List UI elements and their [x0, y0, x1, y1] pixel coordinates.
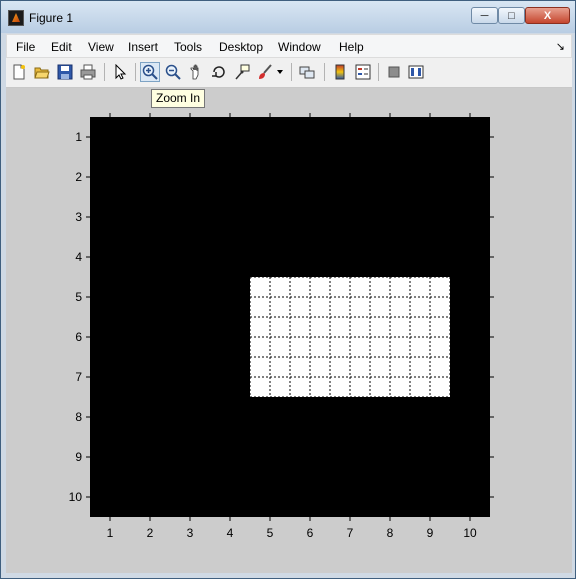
x-tick-label: 4: [227, 526, 234, 540]
y-tick-labels: 1 2 3 4 5 6 7 8 9 10: [69, 130, 83, 504]
y-tick-label: 9: [75, 450, 82, 464]
grid-lines: [90, 117, 490, 517]
y-tick-label: 7: [75, 370, 82, 384]
x-tick-label: 3: [187, 526, 194, 540]
x-tick-labels: 1 2 3 4 5 6 7 8 9 10: [107, 526, 477, 540]
x-tick-label: 8: [387, 526, 394, 540]
x-tick-label: 2: [147, 526, 154, 540]
y-tick-label: 2: [75, 170, 82, 184]
y-tick-label: 3: [75, 210, 82, 224]
x-tick-label: 10: [463, 526, 477, 540]
x-tick-label: 6: [307, 526, 314, 540]
y-tick-label: 6: [75, 330, 82, 344]
x-tick-label: 1: [107, 526, 114, 540]
x-tick-label: 7: [347, 526, 354, 540]
image-axes[interactable]: 1 2 3 4 5 6 7 8 9 10 1 2 3 4 5 6 7 8 9 10: [0, 0, 576, 579]
y-tick-label: 8: [75, 410, 82, 424]
x-tick-label: 5: [267, 526, 274, 540]
y-tick-label: 4: [75, 250, 82, 264]
y-tick-label: 10: [69, 490, 83, 504]
zoom-in-tooltip: Zoom In: [151, 89, 206, 108]
x-tick-label: 9: [427, 526, 434, 540]
y-tick-label: 5: [75, 290, 82, 304]
y-tick-label: 1: [75, 130, 82, 144]
